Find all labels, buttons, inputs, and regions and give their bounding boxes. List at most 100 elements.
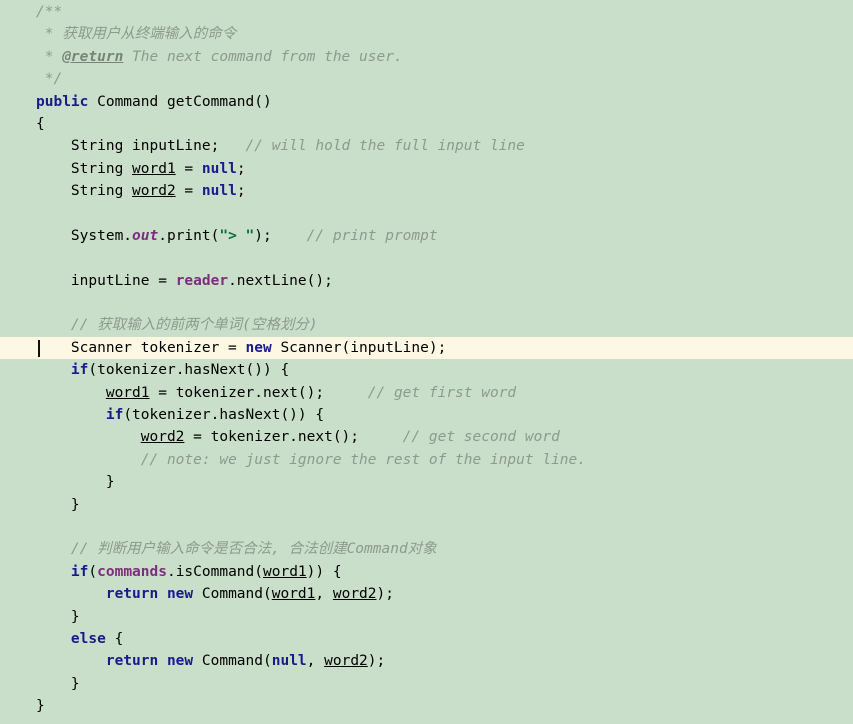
code-line[interactable]: * 获取用户从终端输入的命令	[0, 23, 853, 45]
code-line[interactable]: word1 = tokenizer.next(); // get first w…	[0, 382, 853, 404]
code-token-plain: inputLine =	[36, 272, 176, 289]
text-caret	[38, 339, 40, 357]
code-line[interactable]	[0, 292, 853, 314]
code-token-plain: (tokenizer.hasNext()) {	[123, 407, 325, 424]
code-token-kw: if	[105, 407, 124, 424]
code-token-kw: else	[70, 630, 106, 647]
code-line[interactable]: System.out.print("> "); // print prompt	[0, 225, 853, 247]
code-token-jdoc: /**	[36, 4, 63, 20]
code-token-jdoc: */	[36, 71, 63, 88]
code-token-plain: = tokenizer.next();	[149, 384, 368, 401]
code-line[interactable]: * @return The next command from the user…	[0, 46, 853, 68]
code-line[interactable]: /**	[0, 1, 853, 23]
code-token-plain: )) {	[306, 563, 342, 580]
code-token-plain: (tokenizer.hasNext()) {	[88, 362, 290, 379]
code-token-jdoc: * 获取用户从终端输入的命令	[36, 26, 237, 43]
code-line[interactable]: word2 = tokenizer.next(); // get second …	[0, 426, 853, 448]
code-token-plain: );	[254, 227, 307, 244]
code-line[interactable]: }	[0, 494, 853, 516]
code-line[interactable]: */	[0, 68, 853, 90]
code-token-cmt: // get second word	[402, 429, 560, 446]
code-token-plain: }	[36, 474, 115, 491]
code-line[interactable]: }	[0, 471, 853, 493]
code-editor[interactable]: /** * 获取用户从终端输入的命令 * @return The next co…	[0, 0, 853, 724]
code-token-fld: commands	[97, 563, 167, 580]
code-line[interactable]: // 判断用户输入命令是否合法, 合法创建Command对象	[0, 538, 853, 560]
code-token-var: word1	[105, 384, 150, 401]
code-token-str: "> "	[219, 227, 255, 244]
code-token-cmt: // 获取输入的前两个单词(空格划分)	[70, 317, 318, 334]
code-token-plain: Command(	[193, 586, 272, 603]
code-token-plain: System.	[36, 227, 133, 244]
code-token-plain: ,	[315, 586, 333, 603]
code-token-plain: String inputLine;	[36, 138, 246, 155]
code-line[interactable]: }	[0, 606, 853, 628]
code-token-cmt: // will hold the full input line	[245, 138, 525, 155]
code-line[interactable]: inputLine = reader.nextLine();	[0, 270, 853, 292]
code-line[interactable]: {	[0, 113, 853, 135]
code-token-plain: = tokenizer.next();	[184, 429, 403, 446]
code-line[interactable]: }	[0, 695, 853, 717]
code-token-var: word1	[132, 160, 176, 177]
code-token-plain: (	[88, 563, 98, 580]
code-line[interactable]: if(tokenizer.hasNext()) {	[0, 404, 853, 426]
code-token-kw: null	[201, 160, 237, 177]
code-token-fldi: out	[132, 227, 159, 244]
code-line[interactable]: if(tokenizer.hasNext()) {	[0, 359, 853, 381]
code-token-kw: if	[70, 563, 89, 580]
code-line-active[interactable]: Scanner tokenizer = new Scanner(inputLin…	[0, 336, 853, 360]
code-line[interactable]: if(commands.isCommand(word1)) {	[0, 561, 853, 583]
code-token-plain: =	[175, 160, 202, 177]
code-line[interactable]	[0, 203, 853, 225]
code-line[interactable]: String word1 = null;	[0, 158, 853, 180]
code-token-plain: {	[105, 630, 124, 647]
code-token-plain: String	[36, 183, 133, 200]
code-token-kw: null	[201, 183, 237, 200]
code-token-plain: }	[36, 698, 45, 715]
code-token-var: word2	[140, 429, 185, 446]
code-token-plain: );	[367, 653, 386, 670]
code-token-plain: =	[175, 183, 202, 200]
code-line[interactable]: return new Command(null, word2);	[0, 650, 853, 672]
code-line[interactable]	[0, 247, 853, 269]
code-token-var: word2	[332, 586, 377, 603]
code-line[interactable]: return new Command(word1, word2);	[0, 583, 853, 605]
code-line[interactable]: // 获取输入的前两个单词(空格划分)	[0, 314, 853, 336]
code-token-plain: String	[36, 160, 133, 177]
code-token-plain: Command getCommand()	[88, 93, 272, 110]
code-token-jdoc: *	[36, 48, 63, 65]
code-line[interactable]: else {	[0, 628, 853, 650]
code-token-plain: Scanner tokenizer =	[36, 339, 246, 356]
code-line[interactable]: // note: we just ignore the rest of the …	[0, 449, 853, 471]
code-line[interactable]: String inputLine; // will hold the full …	[0, 135, 853, 157]
code-token-kw: if	[70, 362, 89, 379]
code-token-plain: ;	[236, 160, 246, 177]
code-line-container[interactable]: /** * 获取用户从终端输入的命令 * @return The next co…	[0, 1, 853, 718]
code-line[interactable]: String word2 = null;	[0, 180, 853, 202]
code-token-plain: .nextLine();	[228, 272, 333, 289]
code-token-plain: }	[36, 675, 80, 692]
code-token-plain: }	[36, 496, 80, 513]
code-token-plain: ,	[306, 653, 325, 670]
code-token-plain: Scanner(inputLine);	[271, 339, 447, 356]
code-line[interactable]: }	[0, 673, 853, 695]
code-token-plain: {	[36, 115, 45, 132]
code-line[interactable]	[0, 516, 853, 538]
code-token-kw: null	[271, 653, 307, 670]
code-token-jtag: @return	[62, 48, 124, 65]
code-token-fld: reader	[175, 272, 229, 289]
code-token-var: word2	[132, 183, 176, 200]
code-token-cmt: // note: we just ignore the rest of the …	[140, 451, 586, 468]
code-line[interactable]: public Command getCommand()	[0, 91, 853, 113]
code-token-plain: Command(	[193, 653, 272, 670]
